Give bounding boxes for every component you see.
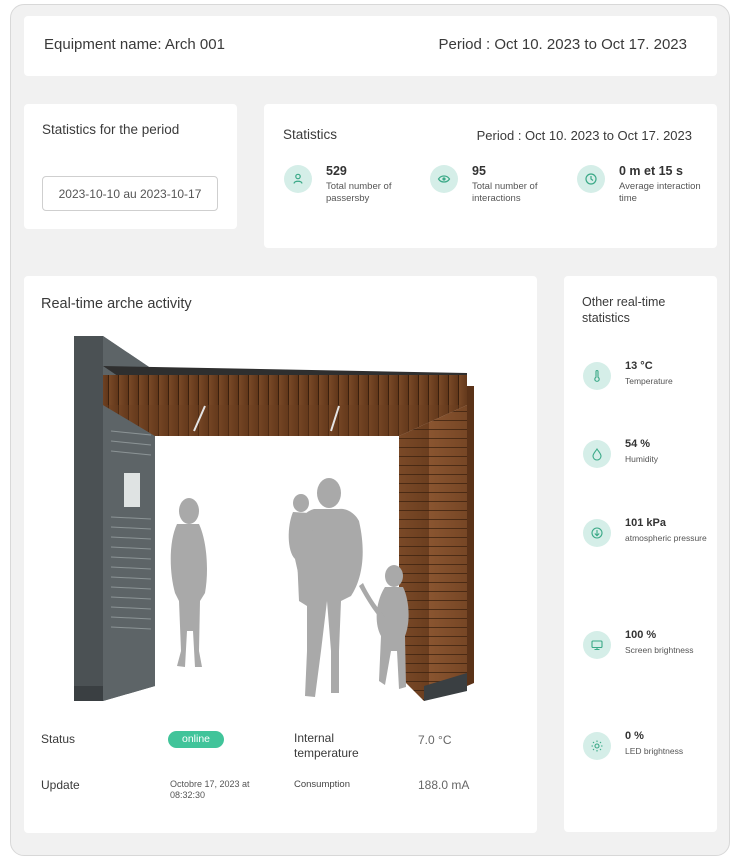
realtime-activity-title: Real-time arche activity bbox=[41, 296, 192, 312]
stats-period-title: Statistics for the period bbox=[42, 122, 180, 137]
clock-icon bbox=[577, 165, 605, 193]
pressure-value: 101 kPa bbox=[625, 517, 666, 529]
internal-temp-label: Internal temperature bbox=[294, 731, 359, 760]
stat-interactions: 95 Total number of interactions bbox=[430, 161, 570, 211]
pressure-icon bbox=[583, 519, 611, 547]
stat-passersby: 529 Total number of passersby bbox=[284, 161, 424, 211]
temperature-label: Temperature bbox=[625, 376, 673, 386]
statistics-period: Period : Oct 10. 2023 to Oct 17. 2023 bbox=[476, 128, 692, 143]
equipment-name: Equipment name: Arch 001 bbox=[44, 36, 225, 53]
temperature-value: 13 °C bbox=[625, 360, 653, 372]
header-period: Period : Oct 10. 2023 to Oct 17. 2023 bbox=[438, 36, 688, 53]
humidity-label: Humidity bbox=[625, 454, 659, 464]
droplet-icon bbox=[583, 440, 611, 468]
statistics-card: Statistics Period : Oct 10. 2023 to Oct … bbox=[264, 104, 717, 248]
realtime-activity-card: Real-time arche activity Status online I… bbox=[24, 276, 537, 833]
monitor-icon bbox=[583, 631, 611, 659]
humidity-value: 54 % bbox=[625, 438, 651, 450]
other-stats-title: Other real-time statistics bbox=[582, 295, 666, 325]
arch-illustration bbox=[74, 336, 474, 701]
interaction-time-label: Average interaction time bbox=[619, 181, 701, 204]
screen-brightness-value: 100 % bbox=[625, 629, 657, 641]
statistics-title: Statistics bbox=[283, 127, 338, 142]
interactions-label: Total number of interactions bbox=[472, 181, 538, 204]
passersby-value: 529 bbox=[326, 164, 347, 178]
internal-temp-value: 7.0 °C bbox=[418, 733, 452, 747]
screen-brightness-label: Screen brightness bbox=[625, 645, 694, 655]
consumption-label: Consumption bbox=[294, 779, 350, 790]
consumption-value: 188.0 mA bbox=[418, 778, 470, 792]
date-range-input[interactable] bbox=[42, 176, 218, 211]
status-label: Status bbox=[41, 732, 76, 746]
eye-icon bbox=[430, 165, 458, 193]
stats-period-card: Statistics for the period bbox=[24, 104, 237, 229]
interactions-value: 95 bbox=[472, 164, 486, 178]
led-brightness-value: 0 % bbox=[625, 730, 644, 742]
other-stats-card: Other real-time statistics 13 °C Tempera… bbox=[564, 276, 717, 832]
led-brightness-label: LED brightness bbox=[625, 746, 684, 756]
update-label: Update bbox=[41, 778, 80, 792]
pressure-label: atmospheric pressure bbox=[625, 533, 707, 543]
passersby-label: Total number of passersby bbox=[326, 181, 392, 204]
header-card: Equipment name: Arch 001 Period : Oct 10… bbox=[24, 16, 717, 76]
update-value: Octobre 17, 2023 at 08:32:30 bbox=[170, 779, 250, 800]
thermometer-icon bbox=[583, 362, 611, 390]
status-badge: online bbox=[168, 731, 224, 748]
stat-interaction-time: 0 m et 15 s Average interaction time bbox=[577, 161, 717, 211]
interaction-time-value: 0 m et 15 s bbox=[619, 164, 683, 178]
sun-icon bbox=[583, 732, 611, 760]
person-icon bbox=[284, 165, 312, 193]
